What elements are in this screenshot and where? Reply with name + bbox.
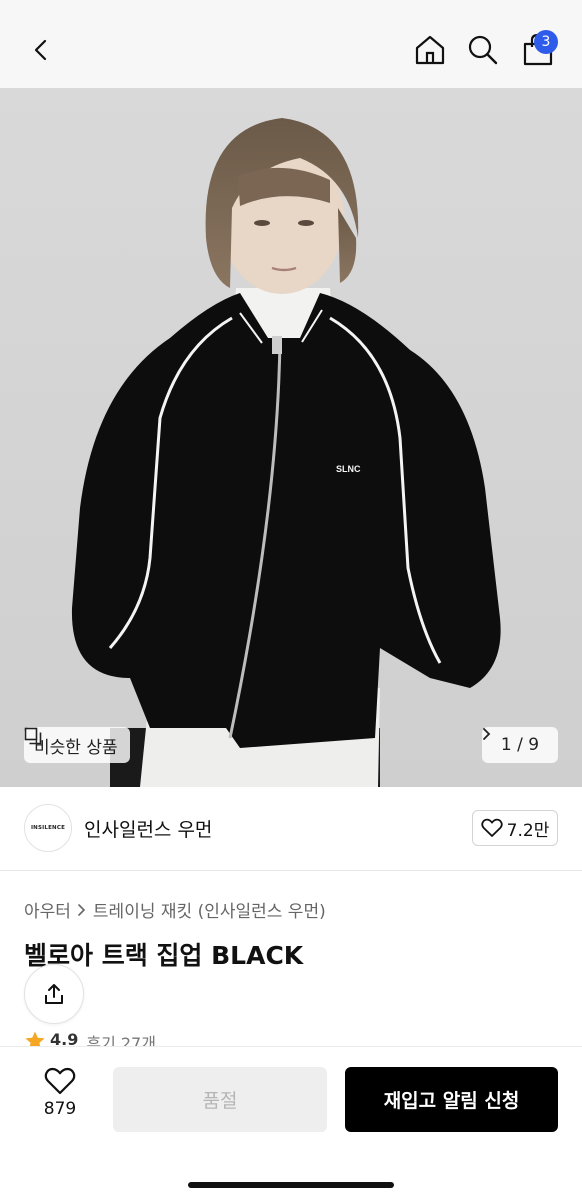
jacket-logo-text: SLNC (336, 464, 361, 474)
back-button[interactable] (18, 26, 66, 74)
brand-row: INSILENCE 인사일런스 우먼 7.2만 (0, 787, 582, 871)
share-icon (45, 984, 63, 1004)
sold-out-button: 품절 (113, 1067, 327, 1132)
bottom-action-bar: 879 품절 재입고 알림 신청 (0, 1046, 582, 1200)
product-photo: SLNC (0, 88, 582, 787)
home-indicator[interactable] (188, 1182, 394, 1188)
similar-products-button[interactable]: 비슷한 상품 (24, 727, 130, 763)
home-icon (415, 35, 445, 65)
search-button[interactable] (459, 26, 507, 74)
brand-like-button[interactable]: 7.2만 (472, 810, 558, 846)
product-image-carousel[interactable]: SLNC 비슷한 상품 1 / 9 (0, 88, 582, 787)
brand-logo-text: INSILENCE (30, 825, 66, 831)
wishlist-button[interactable]: 879 (30, 1067, 90, 1137)
similar-items-icon (24, 727, 42, 745)
brand-like-count: 7.2만 (506, 820, 550, 841)
similar-products-label: 비슷한 상품 (34, 737, 118, 758)
restock-alert-button[interactable]: 재입고 알림 신청 (345, 1067, 558, 1132)
image-pager[interactable]: 1 / 9 (482, 727, 558, 763)
chevron-right-icon (483, 728, 491, 740)
chevron-left-icon (34, 39, 47, 61)
brand-name[interactable]: 인사일런스 우먼 (84, 815, 212, 842)
share-button[interactable] (24, 964, 84, 1024)
wishlist-count: 879 (43, 1099, 77, 1119)
home-button[interactable] (406, 26, 454, 74)
category-breadcrumb: 아우터 트레이닝 재킷 (인사일런스 우먼) (24, 897, 326, 922)
chevron-right-icon (78, 903, 86, 916)
search-icon (468, 35, 498, 65)
image-pager-count: 1 / 9 (500, 735, 540, 755)
heart-icon (44, 1067, 76, 1095)
breadcrumb-item-category[interactable]: 트레이닝 재킷 (인사일런스 우먼) (93, 897, 326, 922)
top-nav-bar: 3 (0, 0, 582, 88)
cart-count-badge: 3 (534, 30, 558, 54)
heart-icon (481, 818, 503, 837)
breadcrumb-item-outer[interactable]: 아우터 (24, 897, 71, 922)
brand-logo[interactable]: INSILENCE (24, 804, 72, 852)
